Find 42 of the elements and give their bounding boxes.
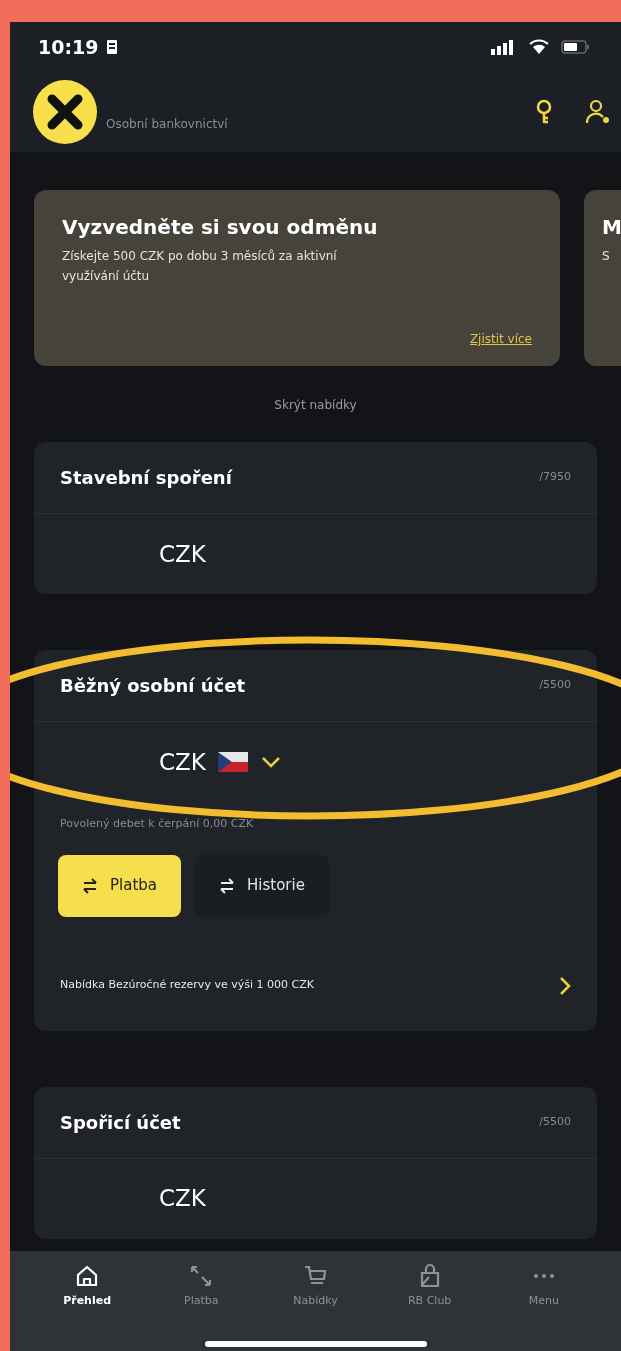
nav-tab[interactable]: Nabídky <box>270 1263 361 1310</box>
chevron-down-icon[interactable] <box>259 755 282 769</box>
swap-icon <box>82 877 98 894</box>
user-icon[interactable] <box>585 99 611 125</box>
header-subtitle: Osobní bankovnictví <box>106 116 228 133</box>
account-number: /5500 <box>539 677 571 694</box>
chevron-right-icon <box>559 975 571 996</box>
currency-label: CZK <box>159 1184 206 1214</box>
status-time: 10:19 <box>38 34 99 60</box>
hide-offers-link[interactable]: Skrýt nabídky <box>274 396 357 414</box>
account-card[interactable]: Stavební spoření /7950 CZK <box>34 442 597 594</box>
wifi-icon <box>529 39 549 55</box>
account-card[interactable]: Spořicí účet /5500 CZK <box>34 1086 597 1239</box>
offer-text: S <box>602 248 611 265</box>
currency-label: CZK <box>159 539 206 569</box>
nav-tab[interactable]: Menu <box>498 1263 589 1310</box>
key-icon[interactable] <box>535 99 553 125</box>
account-number: /7950 <box>539 469 571 486</box>
offer-card[interactable]: M S <box>584 190 621 366</box>
logo-icon[interactable] <box>32 79 98 145</box>
overdraft-note: Povolený debet k čerpání 0,00 CZK <box>59 816 255 832</box>
account-name: Stavební spoření <box>60 466 232 490</box>
account-name: Spořicí účet <box>60 1110 181 1135</box>
action-button[interactable]: Historie <box>195 854 329 917</box>
offer-card[interactable]: Vyzvedněte si svou odměnu Získejte 500 CZK po dobu 3 měsíců za aktivní využívání účtu Zjistit více <box>34 190 560 366</box>
action-button[interactable]: Platba <box>58 854 181 917</box>
battery-icon <box>561 39 591 55</box>
account-number: /5500 <box>539 1113 571 1130</box>
offer-link[interactable]: Zjistit více <box>469 330 532 348</box>
nav-tab[interactable]: Platba <box>156 1263 247 1310</box>
offer-title: Vyzvedněte si svou odměnu <box>62 214 379 241</box>
nav-tab[interactable]: Přehled <box>42 1263 133 1310</box>
account-name: Běžný osobní účet <box>60 674 246 698</box>
offer-title: M <box>602 214 621 241</box>
id-card-icon <box>106 39 119 55</box>
currency-label: CZK <box>159 747 206 777</box>
offer-text: Získejte 500 CZK po dobu 3 měsíců za aktivní využívání účtu <box>62 248 338 285</box>
offer-row[interactable]: Nabídka Bezúročné rezervy ve výši 1 000 CZK <box>44 940 587 1031</box>
dots-icon <box>532 1273 555 1279</box>
account-card[interactable]: Běžný osobní účet /5500 CZK Povolený debet k čerpání 0,00 CZK Platba Historie Nabídka Bezúročné rezervy ve výši 1 000 CZK <box>34 650 597 1031</box>
swap-icon <box>219 877 235 894</box>
nav-tab[interactable]: RB Club <box>384 1263 475 1310</box>
